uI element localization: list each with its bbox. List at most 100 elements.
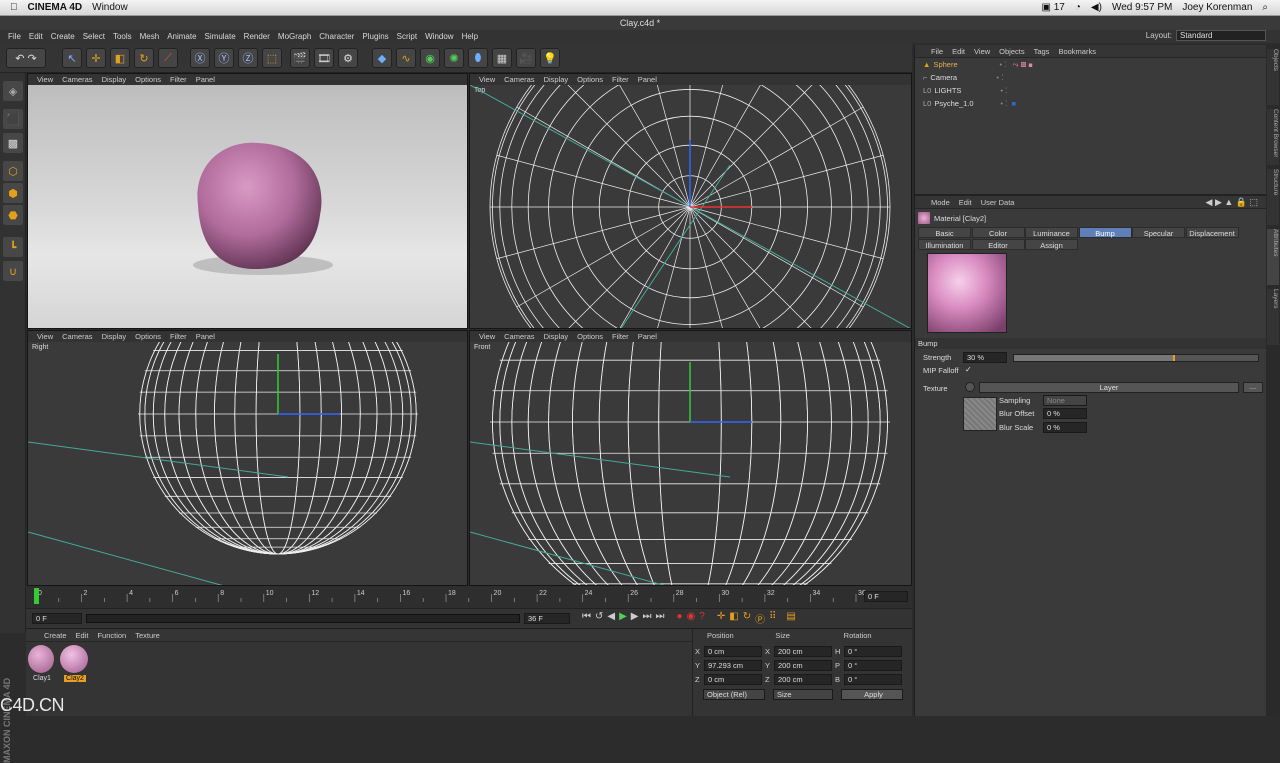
texture-mode-icon[interactable]: ▩: [3, 133, 23, 153]
points-mode-icon[interactable]: ⬡: [3, 161, 23, 181]
blur-offset-field[interactable]: 0 %: [1043, 408, 1087, 419]
obj-menu-edit[interactable]: Edit: [952, 47, 965, 56]
go-to-end-icon[interactable]: ⏭: [656, 611, 665, 626]
sampling-dropdown[interactable]: None: [1043, 395, 1087, 406]
size-field[interactable]: 200 cm: [774, 660, 832, 671]
vp-menu-filter[interactable]: Filter: [170, 332, 187, 341]
scale-tool-icon[interactable]: ◧: [110, 48, 130, 68]
prev-key-icon[interactable]: ↺: [595, 611, 603, 626]
side-tab-layers[interactable]: Layers: [1267, 289, 1279, 345]
vp-menu-view[interactable]: View: [37, 75, 53, 84]
vp-menu-cameras[interactable]: Cameras: [62, 332, 92, 341]
light-icon[interactable]: 💡: [540, 48, 560, 68]
edges-mode-icon[interactable]: ⬢: [3, 183, 23, 203]
vp-menu-panel[interactable]: Panel: [638, 332, 657, 341]
render-view[interactable]: [28, 85, 467, 328]
vp-menu-view[interactable]: View: [479, 75, 495, 84]
menu-plugins[interactable]: Plugins: [362, 32, 388, 41]
tab-luminance[interactable]: Luminance: [1025, 227, 1078, 238]
object-row[interactable]: ▲ Sphere • ⁚ ⤳ ▩ ◼: [915, 58, 1266, 71]
deformer-icon[interactable]: ⬮: [468, 48, 488, 68]
vp-menu-view[interactable]: View: [479, 332, 495, 341]
side-tab-attributes[interactable]: Attributes: [1267, 229, 1279, 285]
go-to-start-icon[interactable]: ⏮: [582, 611, 591, 626]
layout-selector[interactable]: Layout: Standard: [1146, 30, 1266, 41]
menu-mograph[interactable]: MoGraph: [278, 32, 311, 41]
blur-scale-field[interactable]: 0 %: [1043, 422, 1087, 433]
render-settings-icon[interactable]: ⚙: [338, 48, 358, 68]
viewport-top[interactable]: View Cameras Display Options Filter Pane…: [469, 73, 912, 329]
material-preview-large[interactable]: [927, 253, 1007, 333]
vp-menu-cameras[interactable]: Cameras: [504, 75, 534, 84]
visibility-dots-icon[interactable]: • ⁚: [999, 60, 1006, 69]
menu-script[interactable]: Script: [397, 32, 417, 41]
position-field[interactable]: 97.293 cm: [704, 660, 762, 671]
vp-menu-view[interactable]: View: [37, 332, 53, 341]
axis-mode-icon[interactable]: ┗: [3, 237, 23, 257]
vp-menu-filter[interactable]: Filter: [170, 75, 187, 84]
menu-select[interactable]: Select: [83, 32, 105, 41]
tab-basic[interactable]: Basic: [918, 227, 971, 238]
menu-mesh[interactable]: Mesh: [140, 32, 160, 41]
mat-menu-create[interactable]: Create: [44, 631, 67, 640]
prev-frame-icon[interactable]: ◀: [607, 611, 615, 626]
vp-menu-display[interactable]: Display: [102, 75, 127, 84]
menu-window[interactable]: Window: [425, 32, 453, 41]
app-menu[interactable]: CINEMA 4D: [28, 2, 83, 13]
tab-bump[interactable]: Bump: [1078, 227, 1132, 238]
key-param-icon[interactable]: Ⓟ: [755, 611, 765, 626]
mat-menu-edit[interactable]: Edit: [76, 631, 89, 640]
coordinate-system-icon[interactable]: ⬚: [262, 48, 282, 68]
y-axis-icon[interactable]: Ⓨ: [214, 48, 234, 68]
next-key-icon[interactable]: ⏭: [643, 611, 652, 626]
menu-tools[interactable]: Tools: [113, 32, 132, 41]
tab-color[interactable]: Color: [971, 227, 1025, 238]
select-tool-icon[interactable]: ↖: [62, 48, 82, 68]
vp-menu-options[interactable]: Options: [577, 332, 603, 341]
object-row[interactable]: ⌐ Camera • ⁚: [915, 71, 1266, 84]
obj-menu-objects[interactable]: Objects: [999, 47, 1024, 56]
apple-icon[interactable]: : [10, 2, 18, 13]
rotation-field[interactable]: 0 °: [844, 646, 902, 657]
vp-menu-display[interactable]: Display: [544, 75, 569, 84]
vp-menu-options[interactable]: Options: [135, 75, 161, 84]
tab-illumination[interactable]: Illumination: [918, 239, 971, 250]
timeline-ruler[interactable]: 0 2 4 6 8 10 12 14 16 18 20 22 24 26 28 30 32 34 36 0 F: [26, 586, 912, 608]
viewport-front[interactable]: View Cameras Display Options Filter Pane…: [469, 330, 912, 586]
visibility-dots-icon[interactable]: • ⁚: [1000, 99, 1007, 108]
obj-menu-file[interactable]: File: [931, 47, 943, 56]
autokey-icon[interactable]: ◉: [687, 611, 696, 626]
front-view-canvas[interactable]: Front: [470, 342, 911, 585]
attr-menu-mode[interactable]: Mode: [931, 198, 950, 207]
tab-specular[interactable]: Specular: [1132, 227, 1185, 238]
menu-simulate[interactable]: Simulate: [205, 32, 236, 41]
vp-menu-filter[interactable]: Filter: [612, 75, 629, 84]
size-field[interactable]: 200 cm: [774, 674, 832, 685]
z-axis-icon[interactable]: Ⓩ: [238, 48, 258, 68]
tab-displacement[interactable]: Displacement: [1185, 227, 1239, 238]
user-name[interactable]: Joey Korenman: [1182, 2, 1252, 13]
coord-mode-dropdown[interactable]: Object (Rel): [703, 689, 765, 700]
position-field[interactable]: 0 cm: [704, 646, 762, 657]
texture-layer-button[interactable]: Layer: [979, 382, 1239, 393]
vp-menu-panel[interactable]: Panel: [196, 332, 215, 341]
camera-icon[interactable]: 🎥: [516, 48, 536, 68]
menu-animate[interactable]: Animate: [167, 32, 196, 41]
rotation-field[interactable]: 0 °: [844, 674, 902, 685]
array-icon[interactable]: ✺: [444, 48, 464, 68]
model-mode-icon[interactable]: ⬛: [3, 109, 23, 129]
side-tab-structure[interactable]: Structure: [1267, 169, 1279, 225]
viewport-right[interactable]: View Cameras Display Options Filter Pane…: [27, 330, 468, 586]
key-pla-icon[interactable]: ⠿: [769, 611, 776, 626]
volume-icon[interactable]: ◀): [1091, 2, 1102, 13]
visibility-dots-icon[interactable]: • ⁚: [1000, 86, 1007, 95]
vp-menu-cameras[interactable]: Cameras: [62, 75, 92, 84]
playhead[interactable]: [34, 588, 39, 604]
window-menu[interactable]: Window: [92, 2, 128, 13]
position-field[interactable]: 0 cm: [704, 674, 762, 685]
rotate-tool-icon[interactable]: ↻: [134, 48, 154, 68]
menu-help[interactable]: Help: [462, 32, 478, 41]
key-position-icon[interactable]: ✛: [717, 611, 725, 626]
attr-menu-userdata[interactable]: User Data: [981, 198, 1015, 207]
next-frame-icon[interactable]: ▶: [631, 611, 639, 626]
